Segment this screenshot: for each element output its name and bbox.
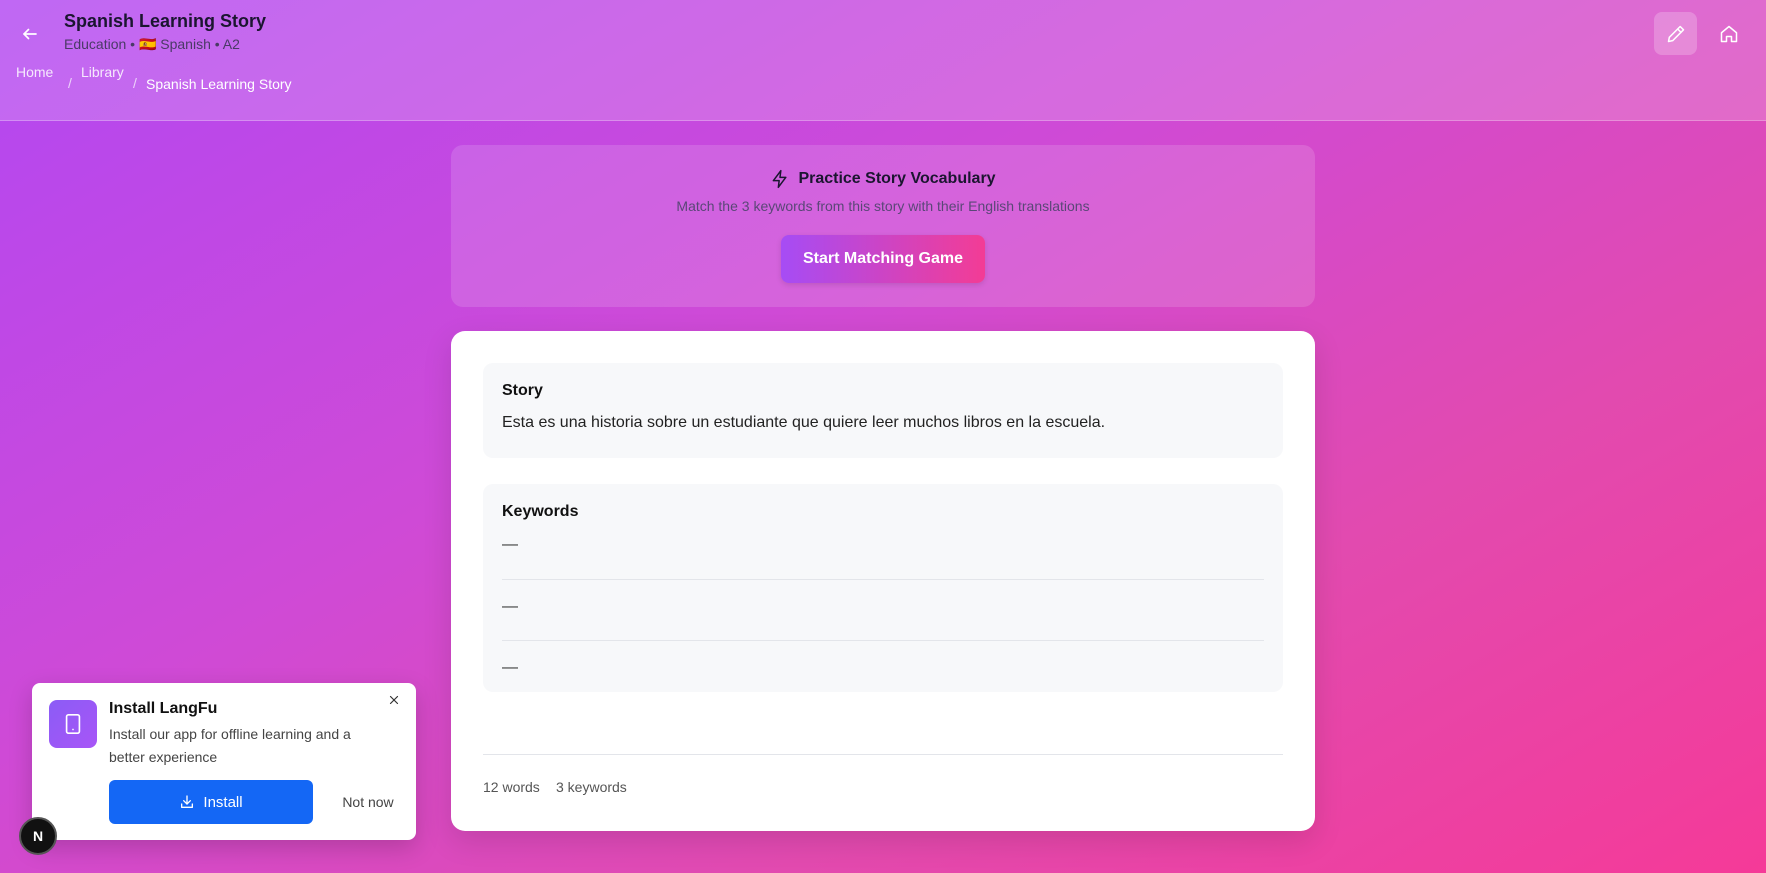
home-icon — [1720, 25, 1737, 42]
practice-vocabulary-panel: Practice Story Vocabulary Match the 3 ke… — [451, 145, 1315, 307]
word-count: 12 words — [483, 779, 540, 795]
breadcrumb-separator: / — [68, 75, 72, 91]
install-app-icon-tile — [49, 700, 97, 748]
download-icon — [181, 795, 194, 808]
story-text: Esta es una historia sobre un estudiante… — [502, 414, 1106, 431]
lightning-icon — [773, 169, 788, 189]
breadcrumb-library[interactable]: Library — [81, 64, 124, 80]
story-heading: Story — [502, 382, 543, 399]
close-install-prompt-button[interactable] — [382, 688, 406, 712]
practice-description: Match the 3 keywords from this story wit… — [676, 198, 1090, 214]
not-now-button[interactable]: Not now — [328, 780, 408, 824]
story-card: Story Esta es una historia sobre un estu… — [451, 331, 1315, 831]
keyword-count: 3 keywords — [556, 779, 627, 795]
install-title: Install LangFu — [109, 700, 218, 717]
keyword-item: — — [502, 598, 518, 615]
install-description: Install our app for offline learning and… — [109, 726, 351, 765]
tablet-icon — [65, 714, 81, 734]
practice-title: Practice Story Vocabulary — [798, 170, 996, 187]
page-subtitle: Education • 🇪🇸 Spanish • A2 — [64, 36, 240, 52]
arrow-left-icon — [23, 28, 37, 40]
pencil-icon — [1667, 25, 1684, 42]
story-section: Story Esta es una historia sobre un estu… — [483, 363, 1283, 458]
top-header: Spanish Learning Story Education • 🇪🇸 Sp… — [0, 0, 1766, 121]
breadcrumb-current: Spanish Learning Story — [146, 76, 292, 92]
page-title: Spanish Learning Story — [64, 11, 267, 31]
home-button[interactable] — [1707, 12, 1750, 55]
install-app-prompt: Install LangFu Install our app for offli… — [32, 683, 416, 840]
keyword-divider — [502, 640, 1264, 641]
edit-button[interactable] — [1654, 12, 1697, 55]
dev-tools-badge[interactable]: N — [19, 817, 57, 855]
badge-label: N — [32, 828, 44, 844]
practice-title-row: Practice Story Vocabulary — [451, 169, 1315, 189]
close-icon — [389, 695, 399, 705]
breadcrumb-separator: / — [133, 75, 137, 91]
install-button-label: Install — [203, 793, 243, 811]
start-matching-game-button[interactable]: Start Matching Game — [781, 235, 985, 283]
keyword-item: — — [502, 536, 518, 553]
back-button[interactable] — [14, 18, 46, 50]
breadcrumb-home[interactable]: Home — [16, 64, 53, 80]
keyword-item: — — [502, 659, 518, 676]
keywords-heading: Keywords — [502, 503, 579, 520]
install-button[interactable]: Install — [109, 780, 313, 824]
keyword-divider — [502, 579, 1264, 580]
keywords-section: Keywords — — — — [483, 484, 1283, 692]
card-divider — [483, 754, 1283, 755]
